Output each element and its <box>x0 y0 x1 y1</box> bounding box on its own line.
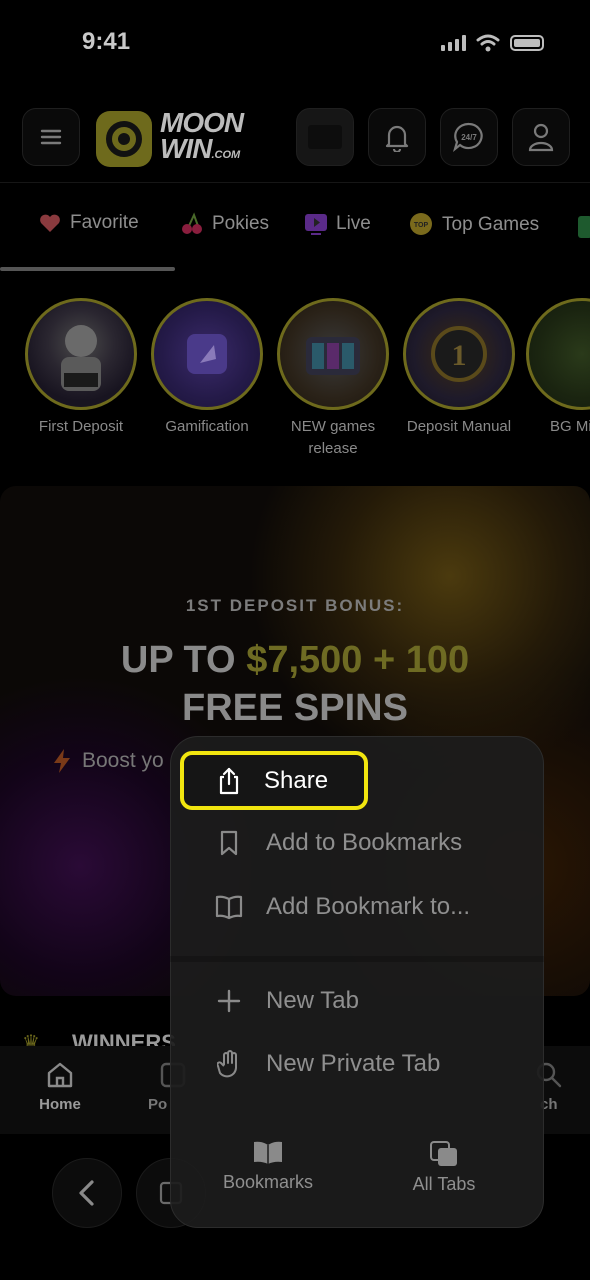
story-first-deposit[interactable]: First Deposit <box>22 298 140 438</box>
tabs-icon <box>430 1141 457 1166</box>
bookmark-icon <box>214 828 244 858</box>
user-icon <box>528 123 554 152</box>
menu-button[interactable] <box>22 108 80 166</box>
cherries-icon <box>182 212 202 234</box>
banner-subtitle: 1ST DEPOSIT BONUS: <box>185 596 405 615</box>
home-icon <box>47 1062 73 1088</box>
bookmarks-book-icon <box>254 1141 282 1164</box>
story-thumbnail: 1 <box>403 298 515 410</box>
plus-icon <box>214 986 244 1016</box>
lightning-icon <box>54 749 70 773</box>
nav-home[interactable]: Home <box>30 1060 90 1113</box>
hand-icon <box>214 1049 244 1079</box>
add-to-bookmarks-menu-item[interactable]: Add to Bookmarks <box>214 828 462 858</box>
status-icons <box>441 34 544 52</box>
svg-text:TOP: TOP <box>414 222 429 229</box>
support-button[interactable]: 24/7 <box>440 108 498 166</box>
nav-search[interactable]: ch <box>536 1060 580 1113</box>
story-thumbnail <box>526 298 590 410</box>
browser-back-button[interactable] <box>52 1158 122 1228</box>
status-time: 9:41 <box>82 28 131 55</box>
header-divider <box>0 182 590 183</box>
active-tab-indicator <box>0 267 175 271</box>
account-button[interactable] <box>512 108 570 166</box>
new-private-tab-menu-item[interactable]: New Private Tab <box>214 1049 440 1079</box>
bell-icon <box>385 125 409 152</box>
hamburger-icon <box>40 129 62 145</box>
story-deposit-manual[interactable]: 1 Deposit Manual <box>400 298 518 438</box>
heart-icon <box>40 214 60 232</box>
notifications-button[interactable] <box>368 108 426 166</box>
wifi-icon <box>476 34 500 52</box>
banner-boost-text: Boost yo <box>52 748 164 774</box>
battery-icon <box>510 35 544 51</box>
tab-overflow-icon[interactable] <box>578 216 590 238</box>
story-bg-million[interactable]: BG Millio <box>526 298 590 438</box>
tab-top-games[interactable]: TOP Top Games <box>408 212 539 238</box>
new-tab-menu-item[interactable]: New Tab <box>214 986 359 1016</box>
open-book-icon <box>214 892 244 922</box>
tab-pokies[interactable]: Pokies <box>180 212 269 236</box>
wallet-icon <box>308 125 342 149</box>
brand-logo[interactable]: MOON WIN.COM <box>96 107 244 168</box>
top-badge-icon: TOP <box>410 213 432 235</box>
story-new-games-release[interactable]: NEW games release <box>274 298 392 460</box>
wallet-button[interactable] <box>296 108 354 166</box>
svg-text:24/7: 24/7 <box>461 133 477 142</box>
menu-divider <box>170 956 544 962</box>
story-thumbnail <box>277 298 389 410</box>
add-bookmark-to-menu-item[interactable]: Add Bookmark to... <box>214 892 470 922</box>
chevron-left-icon <box>79 1180 94 1206</box>
support-chat-24-7-icon: 24/7 <box>452 122 483 153</box>
share-menu-item[interactable]: Share <box>180 751 368 810</box>
banner-title: UP TO $7,500 + 100 FREE SPINS <box>120 639 470 729</box>
all-tabs-button[interactable]: All Tabs <box>400 1140 488 1195</box>
moon-logo-icon <box>96 111 152 167</box>
tab-favorite[interactable]: Favorite <box>38 212 139 234</box>
tab-live[interactable]: Live <box>304 212 371 236</box>
live-play-icon <box>305 214 327 235</box>
cellular-signal-icon <box>441 35 466 51</box>
story-thumbnail <box>25 298 137 410</box>
story-gamification[interactable]: Gamification <box>148 298 266 438</box>
logo-text: MOON WIN.COM <box>160 107 244 164</box>
story-thumbnail <box>151 298 263 410</box>
share-icon <box>219 767 239 794</box>
svg-text:1: 1 <box>452 339 467 372</box>
bookmarks-button[interactable]: Bookmarks <box>210 1140 326 1193</box>
